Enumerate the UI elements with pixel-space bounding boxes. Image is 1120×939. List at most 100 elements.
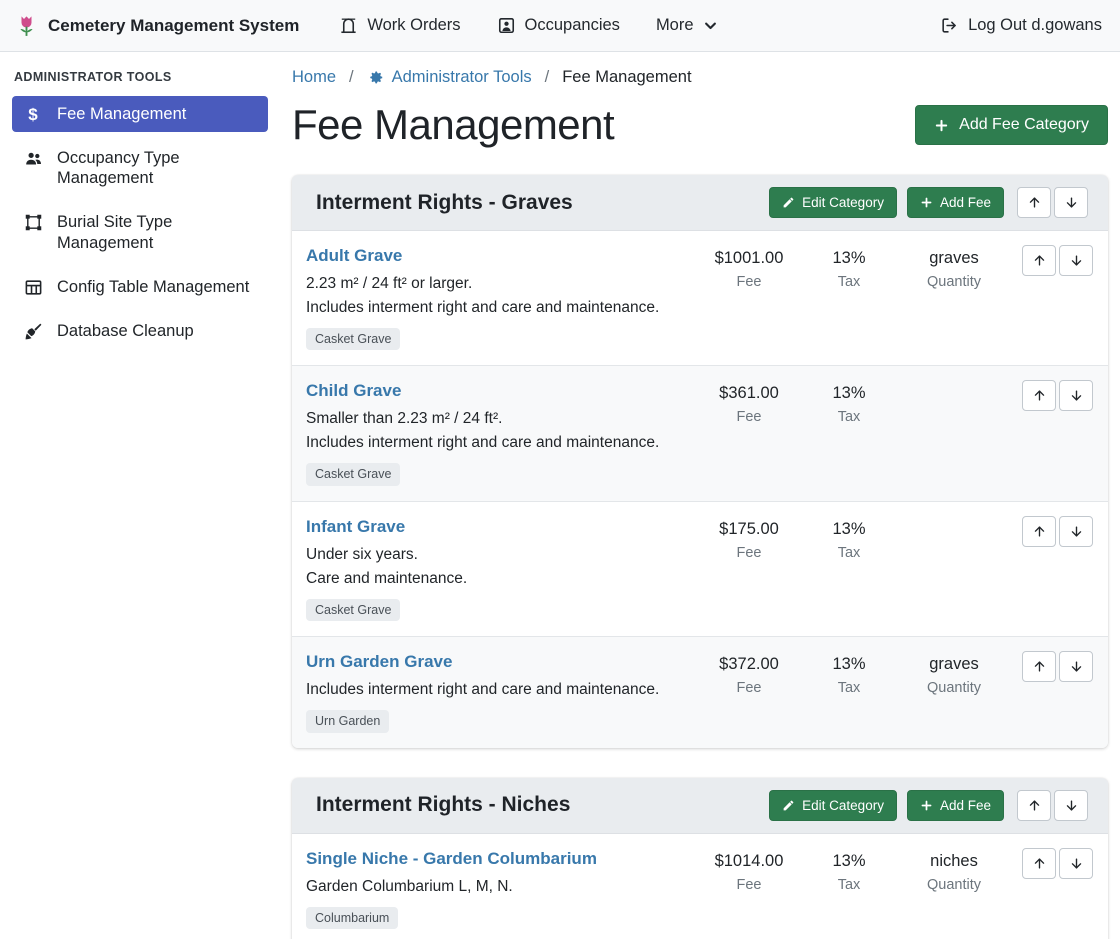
chevron-down-icon — [703, 18, 718, 33]
fee-name-link[interactable]: Child Grave — [306, 381, 401, 401]
nav-occupancies[interactable]: Occupancies — [497, 16, 620, 35]
category-list: Interment Rights - Graves Edit Category … — [292, 175, 1108, 939]
dollar-icon: $ — [22, 104, 44, 124]
fee-name-link[interactable]: Single Niche - Garden Columbarium — [306, 849, 597, 869]
tax-label: Tax — [804, 407, 894, 427]
fee-description: Includes interment right and care and ma… — [306, 431, 682, 455]
breadcrumb-admin-tools-link[interactable]: Administrator Tools — [367, 68, 532, 87]
archway-icon — [339, 16, 358, 35]
occupant-frame-icon — [497, 16, 516, 35]
arrow-down-icon — [1069, 856, 1084, 871]
arrow-down-icon — [1064, 195, 1079, 210]
move-fee-up-button[interactable] — [1022, 848, 1056, 879]
sidebar-item-occupancy-type-management[interactable]: Occupancy Type Management — [12, 140, 268, 196]
arrow-down-icon — [1069, 659, 1084, 674]
plus-icon — [934, 118, 949, 133]
move-fee-up-button[interactable] — [1022, 380, 1056, 411]
move-fee-up-button[interactable] — [1022, 245, 1056, 276]
fee-amount-label: Fee — [694, 678, 804, 698]
arrow-down-icon — [1069, 388, 1084, 403]
fee-info: Urn Garden Grave Includes interment righ… — [306, 650, 694, 732]
fee-name-link[interactable]: Urn Garden Grave — [306, 652, 452, 672]
tax-label: Tax — [804, 875, 894, 895]
app-title: Cemetery Management System — [48, 16, 299, 36]
tax-value: 13% — [804, 850, 894, 872]
move-category-down-button[interactable] — [1054, 187, 1088, 218]
fee-amount-column: $1014.00 Fee — [694, 847, 804, 895]
fee-tax-column: 13% Tax — [804, 515, 894, 563]
fee-description: Includes interment right and care and ma… — [306, 678, 682, 702]
add-fee-button[interactable]: Add Fee — [907, 790, 1004, 821]
plus-icon — [920, 799, 933, 812]
add-fee-category-button[interactable]: Add Fee Category — [915, 105, 1108, 145]
add-fee-category-label: Add Fee Category — [959, 116, 1089, 134]
nav-work-orders[interactable]: Work Orders — [339, 16, 460, 35]
fee-descriptions: 2.23 m² / 24 ft² or larger.Includes inte… — [306, 272, 682, 320]
sidebar-item-burial-site-type-management[interactable]: Burial Site Type Management — [12, 204, 268, 260]
sidebar-item-label: Config Table Management — [57, 277, 249, 297]
move-fee-down-button[interactable] — [1059, 848, 1093, 879]
edit-category-button[interactable]: Edit Category — [769, 790, 897, 821]
page-header: Fee Management Add Fee Category — [292, 101, 1108, 149]
move-category-down-button[interactable] — [1054, 790, 1088, 821]
move-category-up-button[interactable] — [1017, 790, 1051, 821]
sidebar-item-label: Burial Site Type Management — [57, 212, 258, 252]
fee-reorder-controls — [1022, 379, 1093, 411]
tax-label: Tax — [804, 543, 894, 563]
fee-quantity-column: niches Quantity — [894, 847, 1014, 895]
fee-description: Under six years. — [306, 543, 682, 567]
category-reorder-controls — [1017, 187, 1088, 218]
fee-amount-label: Fee — [694, 407, 804, 427]
category-actions: Edit Category Add Fee — [769, 187, 1088, 218]
top-navbar: Cemetery Management System Work Orders O… — [0, 0, 1120, 52]
fee-badge: Urn Garden — [306, 710, 389, 732]
fee-row: Child Grave Smaller than 2.23 m² / 24 ft… — [292, 365, 1108, 500]
edit-category-button[interactable]: Edit Category — [769, 187, 897, 218]
fee-list: Single Niche - Garden Columbarium Garden… — [292, 834, 1108, 939]
tax-label: Tax — [804, 678, 894, 698]
fee-descriptions: Includes interment right and care and ma… — [306, 678, 682, 702]
move-fee-up-button[interactable] — [1022, 651, 1056, 682]
quantity-value: graves — [894, 653, 1014, 675]
sidebar-heading: ADMINISTRATOR TOOLS — [0, 64, 280, 96]
move-fee-down-button[interactable] — [1059, 651, 1093, 682]
move-fee-down-button[interactable] — [1059, 245, 1093, 276]
fee-tax-column: 13% Tax — [804, 847, 894, 895]
category-header: Interment Rights - Niches Edit Category … — [292, 778, 1108, 834]
admin-sidebar: ADMINISTRATOR TOOLS $ Fee Management Occ… — [0, 52, 280, 939]
arrow-up-icon — [1032, 388, 1047, 403]
move-fee-down-button[interactable] — [1059, 380, 1093, 411]
move-fee-down-button[interactable] — [1059, 516, 1093, 547]
fee-name-link[interactable]: Adult Grave — [306, 246, 402, 266]
fee-badge: Columbarium — [306, 907, 398, 929]
sidebar-item-fee-management[interactable]: $ Fee Management — [12, 96, 268, 132]
fee-badge: Casket Grave — [306, 463, 400, 485]
sidebar-item-config-table-management[interactable]: Config Table Management — [12, 269, 268, 305]
fee-category-card: Interment Rights - Graves Edit Category … — [292, 175, 1108, 748]
sidebar-item-label: Fee Management — [57, 104, 186, 124]
logout-button[interactable]: Log Out d.gowans — [940, 16, 1102, 35]
breadcrumb-home-link[interactable]: Home — [292, 68, 336, 87]
fee-row: Adult Grave 2.23 m² / 24 ft² or larger.I… — [292, 231, 1108, 365]
tulip-logo-icon — [14, 13, 39, 38]
quantity-label: Quantity — [894, 272, 1014, 292]
move-category-up-button[interactable] — [1017, 187, 1051, 218]
fee-badge: Casket Grave — [306, 328, 400, 350]
fee-quantity-column: graves Quantity — [894, 650, 1014, 698]
add-fee-button[interactable]: Add Fee — [907, 187, 1004, 218]
edit-category-label: Edit Category — [802, 195, 884, 210]
people-icon — [22, 148, 44, 168]
fee-quantity-column — [894, 515, 1014, 521]
tax-label: Tax — [804, 272, 894, 292]
fee-name-link[interactable]: Infant Grave — [306, 517, 405, 537]
fee-tax-column: 13% Tax — [804, 244, 894, 292]
sidebar-item-database-cleanup[interactable]: Database Cleanup — [12, 313, 268, 349]
plus-icon — [920, 196, 933, 209]
arrow-up-icon — [1032, 253, 1047, 268]
move-fee-up-button[interactable] — [1022, 516, 1056, 547]
fee-quantity-column — [894, 379, 1014, 385]
breadcrumb-separator: / — [545, 68, 550, 87]
category-title: Interment Rights - Niches — [316, 793, 769, 817]
nav-more[interactable]: More — [656, 16, 718, 35]
tax-value: 13% — [804, 382, 894, 404]
